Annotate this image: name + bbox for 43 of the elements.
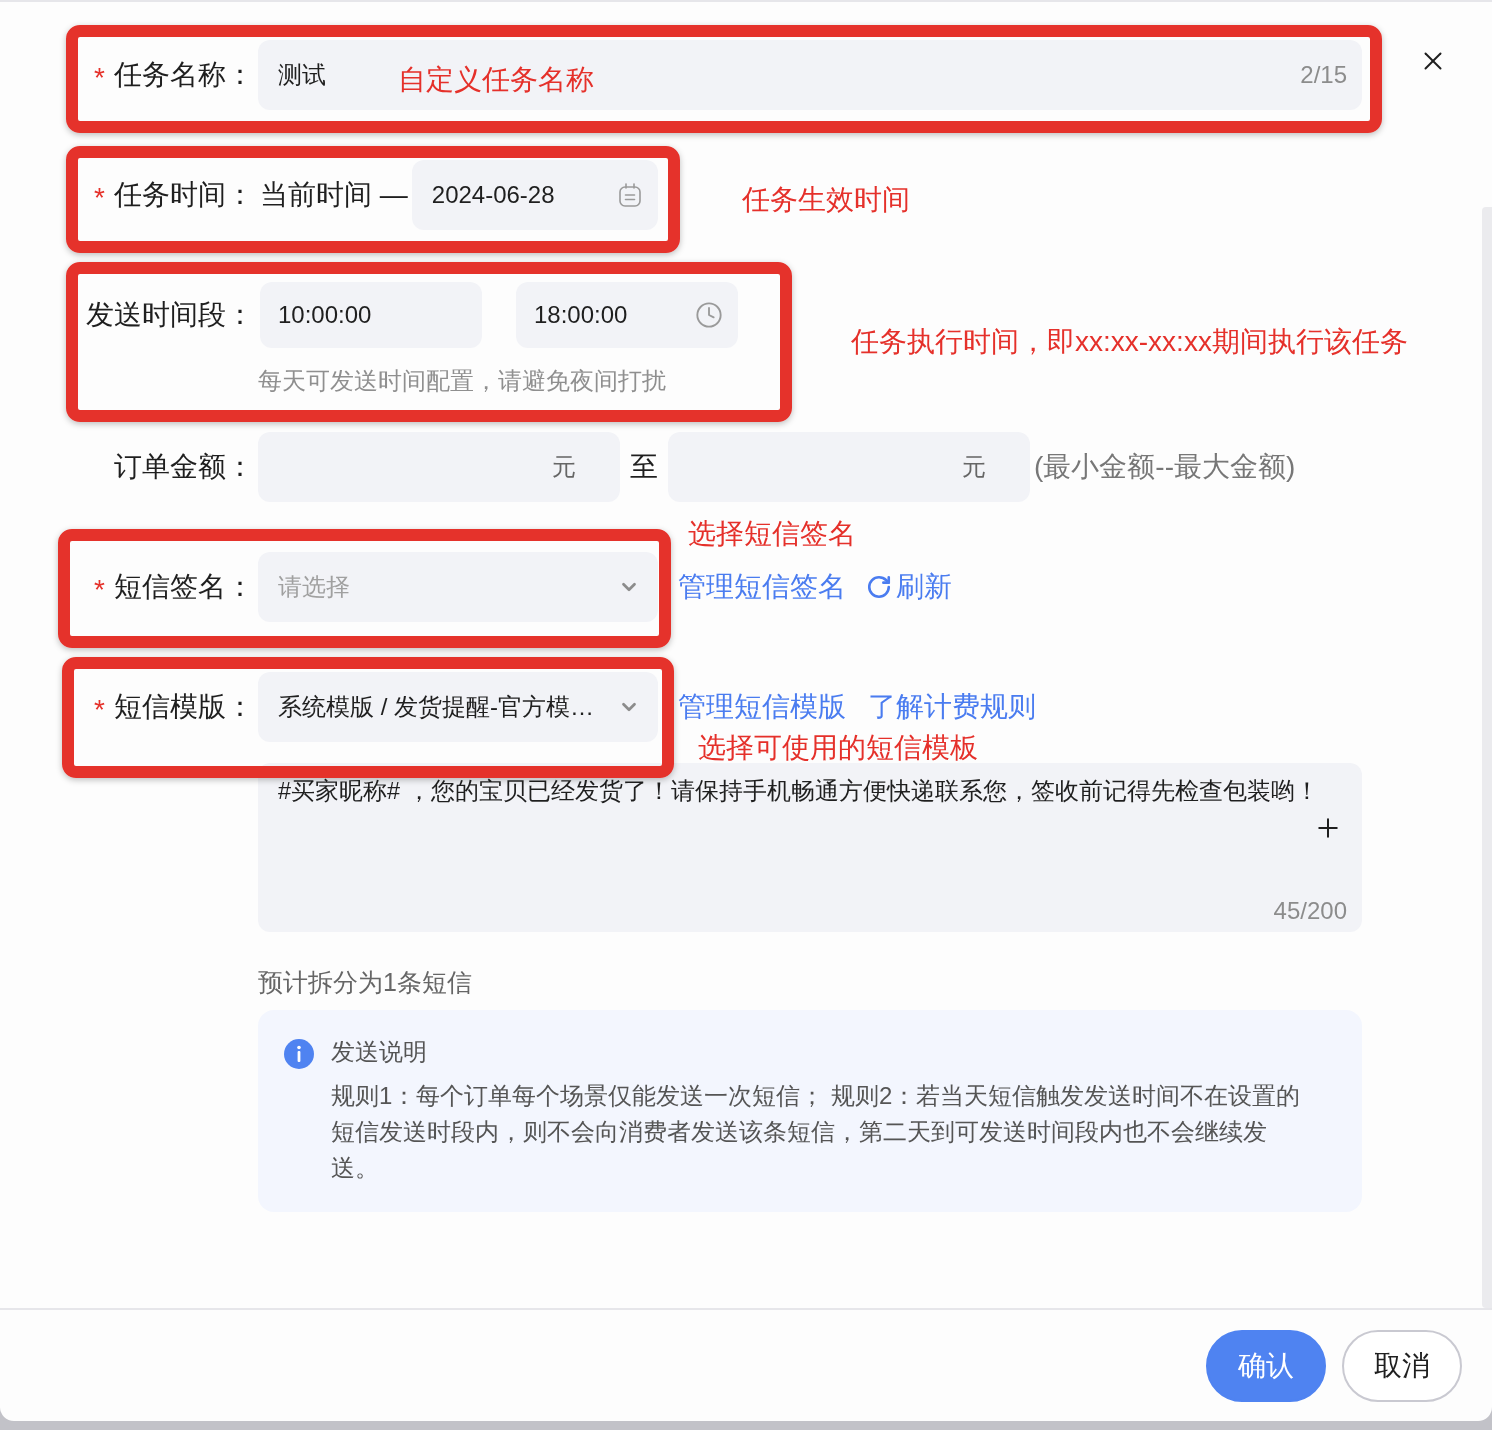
clock-icon	[695, 301, 723, 329]
range-separator: 至	[629, 450, 659, 484]
manage-link[interactable]: 管理短信签名	[678, 570, 846, 604]
required-asterisk: *	[94, 696, 105, 724]
split-estimate-text: 预计拆分为1条短信	[258, 968, 472, 996]
field-label: 订单金额：	[114, 450, 254, 484]
info-icon	[284, 1039, 314, 1069]
required-asterisk: *	[94, 576, 105, 604]
template-link[interactable]: 管理短信模版	[678, 690, 846, 724]
field-label: 任务时间：	[114, 178, 254, 212]
required-asterisk: *	[94, 184, 105, 212]
currency-unit: 元	[962, 452, 986, 482]
annotation-text: 任务执行时间，即xx:xx-xx:xx期间执行该任务	[851, 325, 1408, 359]
refresh-icon	[866, 574, 892, 600]
end-time-input[interactable]: 18:00:00	[516, 282, 738, 348]
refresh-link[interactable]: 刷新	[866, 570, 952, 604]
required-asterisk: *	[94, 64, 105, 92]
start-time-input[interactable]: 10:00:00	[260, 282, 482, 348]
cancel-button[interactable]: 取消	[1342, 1329, 1462, 1402]
character-counter: 2/15	[1300, 60, 1347, 90]
max-amount-input[interactable]: 元	[668, 432, 1030, 502]
start-time-text: 当前时间 —	[260, 178, 408, 212]
notice-title: 发送说明	[331, 1037, 428, 1067]
confirm-button[interactable]: 确认	[1206, 1329, 1326, 1402]
character-counter: 45/200	[1273, 896, 1347, 926]
annotation-text: 自定义任务名称	[398, 63, 594, 97]
template-link[interactable]: 了解计费规则	[868, 690, 1036, 724]
calendar-icon	[617, 183, 642, 207]
notice-body: 规则1：每个订单每个场景仅能发送一次短信； 规则2：若当天短信触发发送时间不在设置的短信发送时段内，则不会向消费者发送该条短信，第二天到可发送时间段内也不会继续发送。	[331, 1081, 1302, 1183]
field-label: 任务名称：	[114, 58, 254, 92]
date-picker[interactable]: 2024-06-28	[411, 160, 658, 230]
hint-text: 每天可发送时间配置，请避免夜间打扰	[258, 367, 666, 394]
field-label: 发送时间段：	[86, 298, 254, 332]
annotation-text: 选择短信签名	[688, 517, 856, 551]
field-label: 短信签名：	[114, 570, 254, 604]
annotation-text: 任务生效时间	[742, 183, 910, 217]
annotation-text: 选择可使用的短信模板	[698, 731, 978, 765]
message-textarea[interactable]: #买家昵称# ，您的宝贝已经发货了！请保持手机畅通方便快递联系您，签收前记得先检查包装哟！ 45/200	[258, 763, 1362, 932]
field-label: 短信模版：	[114, 690, 254, 724]
range-note: (最小金额--最大金额)	[1034, 450, 1296, 484]
min-amount-input[interactable]: 元	[258, 432, 620, 502]
currency-unit: 元	[552, 452, 576, 482]
template-select[interactable]: 系统模版 / 发货提醒-官方模…	[258, 672, 658, 742]
